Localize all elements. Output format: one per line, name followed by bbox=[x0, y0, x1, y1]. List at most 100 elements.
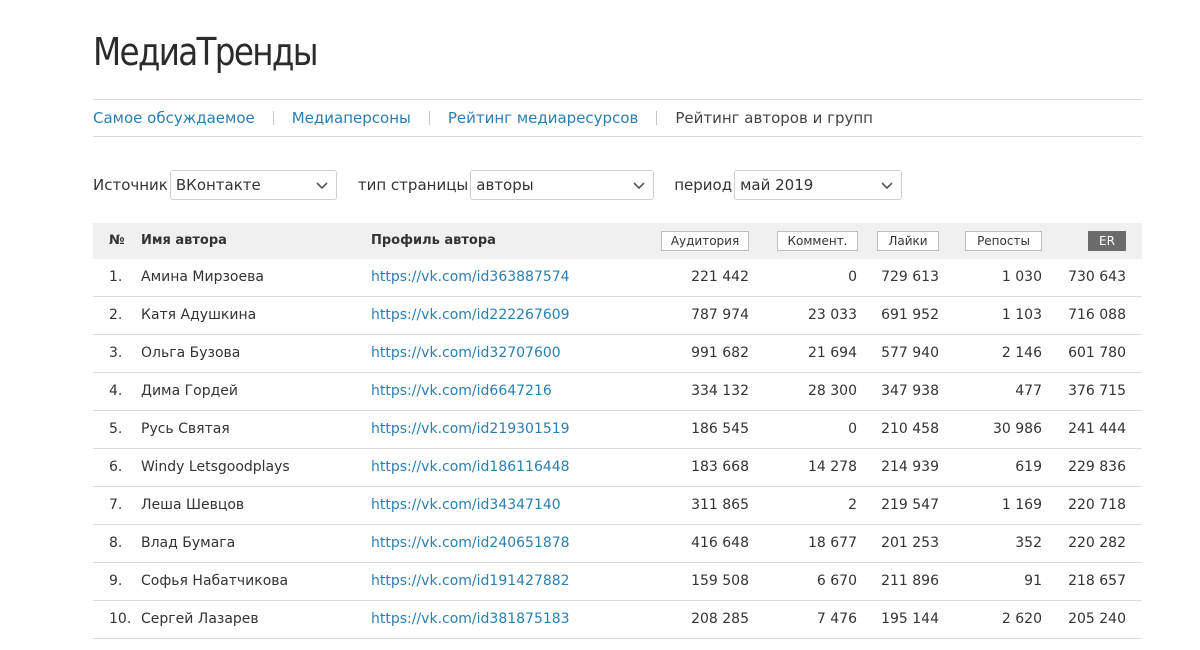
table-row: 6. Windy Letsgoodplays https://vk.com/id18… bbox=[93, 449, 1142, 487]
author-profile-link[interactable]: https://vk.com/id191427882 bbox=[371, 563, 631, 600]
section-nav: Самое обсуждаемое Медиаперсоны Рейтинг м… bbox=[93, 99, 1142, 137]
comments-value: 23 033 bbox=[808, 307, 857, 323]
likes-value: 347 938 bbox=[881, 383, 939, 399]
nav-item-most-discussed[interactable]: Самое обсуждаемое bbox=[93, 109, 255, 127]
row-number: 3. bbox=[109, 345, 123, 361]
likes-value: 195 144 bbox=[881, 611, 939, 627]
author-profile-link[interactable]: https://vk.com/id381875183 bbox=[371, 601, 631, 638]
period-select[interactable]: май 2019 bbox=[734, 170, 903, 200]
page: МедиаТренды Самое обсуждаемое Медиаперсо… bbox=[0, 0, 1200, 650]
author-name: Леша Шевцов bbox=[141, 497, 245, 513]
sort-er-button[interactable]: ER bbox=[1088, 231, 1126, 251]
author-profile-link[interactable]: https://vk.com/id219301519 bbox=[371, 411, 631, 448]
audience-value: 416 648 bbox=[691, 535, 749, 551]
filter-bar: Источник ВКонтакте тип страницы авторы п… bbox=[93, 169, 903, 201]
nav-item-media-persons[interactable]: Медиаперсоны bbox=[292, 109, 411, 127]
comments-value: 0 bbox=[848, 269, 857, 285]
er-value: 716 088 bbox=[1068, 307, 1126, 323]
reposts-value: 619 bbox=[1015, 459, 1042, 475]
sort-likes-button[interactable]: Лайки bbox=[877, 231, 939, 251]
er-value: 218 657 bbox=[1068, 573, 1126, 589]
audience-value: 787 974 bbox=[691, 307, 749, 323]
source-select-value: ВКонтакте bbox=[175, 176, 261, 194]
author-profile-link[interactable]: https://vk.com/id6647216 bbox=[371, 373, 631, 410]
reposts-value: 352 bbox=[1015, 535, 1042, 551]
audience-value: 183 668 bbox=[691, 459, 749, 475]
author-profile-link[interactable]: https://vk.com/id34347140 bbox=[371, 487, 631, 524]
table-header: № Имя автора Профиль автора Аудитория Ко… bbox=[93, 223, 1142, 259]
table-row: 3. Ольга Бузова https://vk.com/id32707600 9… bbox=[93, 335, 1142, 373]
reposts-value: 2 146 bbox=[1001, 345, 1042, 361]
table-row: 2. Катя Адушкина https://vk.com/id22226760… bbox=[93, 297, 1142, 335]
likes-value: 729 613 bbox=[881, 269, 939, 285]
period-label: период bbox=[674, 176, 733, 194]
comments-value: 18 677 bbox=[808, 535, 857, 551]
author-name: Катя Адушкина bbox=[141, 307, 257, 323]
author-name: Амина Мирзоева bbox=[141, 269, 264, 285]
table-row: 8. Влад Бумага https://vk.com/id240651878 4… bbox=[93, 525, 1142, 563]
source-select[interactable]: ВКонтакте bbox=[169, 170, 337, 200]
nav-divider bbox=[272, 111, 274, 125]
author-name: Софья Набатчикова bbox=[141, 573, 289, 589]
row-number: 9. bbox=[109, 573, 123, 589]
comments-value: 7 476 bbox=[816, 611, 857, 627]
row-number: 5. bbox=[109, 421, 123, 437]
reposts-value: 2 620 bbox=[1001, 611, 1042, 627]
reposts-value: 1 103 bbox=[1001, 307, 1042, 323]
page-type-select-value: авторы bbox=[476, 176, 534, 194]
author-profile-link[interactable]: https://vk.com/id363887574 bbox=[371, 259, 631, 296]
table-row: 1. Амина Мирзоева https://vk.com/id3638875… bbox=[93, 259, 1142, 297]
row-number: 6. bbox=[109, 459, 123, 475]
audience-value: 991 682 bbox=[691, 345, 749, 361]
author-name: Ольга Бузова bbox=[141, 345, 241, 361]
likes-value: 691 952 bbox=[881, 307, 939, 323]
row-number: 8. bbox=[109, 535, 123, 551]
row-number: 10. bbox=[109, 611, 132, 627]
comments-value: 6 670 bbox=[816, 573, 857, 589]
comments-value: 14 278 bbox=[808, 459, 857, 475]
row-number: 1. bbox=[109, 269, 123, 285]
audience-value: 221 442 bbox=[691, 269, 749, 285]
author-profile-link[interactable]: https://vk.com/id222267609 bbox=[371, 297, 631, 334]
nav-item-media-resources-rating[interactable]: Рейтинг медиаресурсов bbox=[448, 109, 638, 127]
likes-value: 210 458 bbox=[881, 421, 939, 437]
page-type-label: тип страницы bbox=[357, 176, 469, 194]
author-name: Сергей Лазарев bbox=[141, 611, 259, 627]
author-name: Дима Гордей bbox=[141, 383, 239, 399]
sort-comments-button[interactable]: Коммент. bbox=[777, 231, 858, 251]
col-header-number: № bbox=[109, 233, 125, 248]
author-profile-link[interactable]: https://vk.com/id186116448 bbox=[371, 449, 631, 486]
likes-value: 577 940 bbox=[881, 345, 939, 361]
sort-reposts-button[interactable]: Репосты bbox=[965, 231, 1042, 251]
audience-value: 186 545 bbox=[691, 421, 749, 437]
audience-value: 334 132 bbox=[691, 383, 749, 399]
reposts-value: 30 986 bbox=[993, 421, 1042, 437]
likes-value: 214 939 bbox=[881, 459, 939, 475]
author-name: Windy Letsgoodplays bbox=[141, 459, 290, 475]
row-number: 7. bbox=[109, 497, 123, 513]
er-value: 220 718 bbox=[1068, 497, 1126, 513]
period-select-value: май 2019 bbox=[740, 176, 814, 194]
comments-value: 0 bbox=[848, 421, 857, 437]
chevron-down-icon bbox=[881, 182, 893, 190]
author-profile-link[interactable]: https://vk.com/id240651878 bbox=[371, 525, 631, 562]
author-profile-link[interactable]: https://vk.com/id32707600 bbox=[371, 335, 631, 372]
source-label: Источник bbox=[93, 176, 168, 194]
er-value: 241 444 bbox=[1068, 421, 1126, 437]
sort-audience-button[interactable]: Аудитория bbox=[661, 231, 749, 251]
comments-value: 21 694 bbox=[808, 345, 857, 361]
er-value: 376 715 bbox=[1068, 383, 1126, 399]
reposts-value: 1 169 bbox=[1001, 497, 1042, 513]
page-type-select[interactable]: авторы bbox=[470, 170, 655, 200]
author-name: Русь Святая bbox=[141, 421, 230, 437]
row-number: 4. bbox=[109, 383, 123, 399]
authors-rating-table: № Имя автора Профиль автора Аудитория Ко… bbox=[93, 223, 1142, 639]
nav-item-authors-groups-rating: Рейтинг авторов и групп bbox=[675, 109, 873, 127]
chevron-down-icon bbox=[633, 182, 645, 190]
reposts-value: 477 bbox=[1015, 383, 1042, 399]
audience-value: 159 508 bbox=[691, 573, 749, 589]
site-logo[interactable]: МедиаТренды bbox=[93, 30, 319, 74]
nav-divider bbox=[656, 111, 658, 125]
comments-value: 2 bbox=[848, 497, 857, 513]
reposts-value: 91 bbox=[1024, 573, 1042, 589]
